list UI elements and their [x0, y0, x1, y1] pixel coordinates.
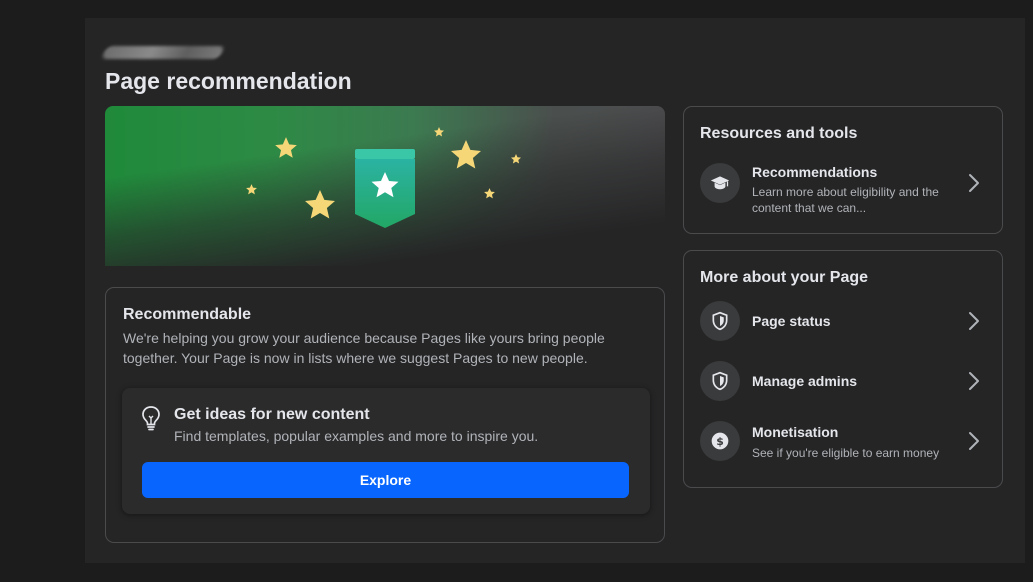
icon-circle [700, 163, 740, 203]
page-status-link[interactable]: Page status [684, 293, 1002, 349]
more-about-page-card: More about your Page Page status Manage … [683, 250, 1003, 488]
page-title: Page recommendation [105, 68, 352, 94]
explore-button[interactable]: Explore [142, 462, 629, 498]
recommendable-card: Recommendable We're helping you grow you… [105, 287, 665, 543]
recommendations-link[interactable]: Recommendations Learn more about eligibi… [684, 155, 1002, 215]
resources-card: Resources and tools Recommendations Lear… [683, 106, 1003, 234]
chevron-right-icon [969, 372, 979, 390]
dollar-icon: $ [711, 432, 729, 450]
recommendations-description: Learn more about eligibility and the con… [752, 185, 939, 215]
star-icon [305, 190, 335, 219]
icon-circle: $ [700, 421, 740, 461]
graduation-cap-icon [710, 176, 730, 190]
star-icon [451, 140, 481, 169]
ideas-description: Find templates, popular examples and mor… [174, 428, 539, 444]
chevron-right-icon [969, 174, 979, 192]
monetisation-description: See if you're eligible to earn money [752, 446, 940, 460]
lightbulb-icon [142, 406, 160, 431]
shield-icon [712, 311, 728, 331]
manage-admins-label: Manage admins [752, 373, 858, 389]
star-icon [484, 188, 495, 199]
page-status-label: Page status [752, 313, 831, 329]
ideas-title: Get ideas for new content [174, 406, 370, 423]
star-icon [246, 184, 257, 195]
icon-circle [700, 301, 740, 341]
icon-circle [700, 361, 740, 401]
content-ideas-card: Get ideas for new content Find templates… [122, 388, 650, 514]
manage-admins-link[interactable]: Manage admins [684, 353, 1002, 409]
star-icon [434, 127, 444, 137]
more-about-page-title: More about your Page [700, 269, 869, 286]
hero-banner [105, 106, 665, 266]
monetisation-link[interactable]: $ Monetisation See if you're eligible to… [684, 413, 1002, 469]
star-icon [275, 137, 297, 158]
svg-text:$: $ [716, 435, 724, 448]
chevron-right-icon [969, 432, 979, 450]
monetisation-label: Monetisation [752, 424, 839, 440]
badge-icon [355, 149, 415, 228]
redacted-page-name [100, 46, 226, 59]
resources-title: Resources and tools [700, 125, 858, 142]
recommendations-label: Recommendations [752, 164, 878, 180]
recommendable-title: Recommendable [123, 306, 252, 323]
star-icon [511, 154, 521, 164]
shield-icon [712, 371, 728, 391]
chevron-right-icon [969, 312, 979, 330]
recommendable-description: We're helping you grow your audience bec… [123, 330, 605, 366]
